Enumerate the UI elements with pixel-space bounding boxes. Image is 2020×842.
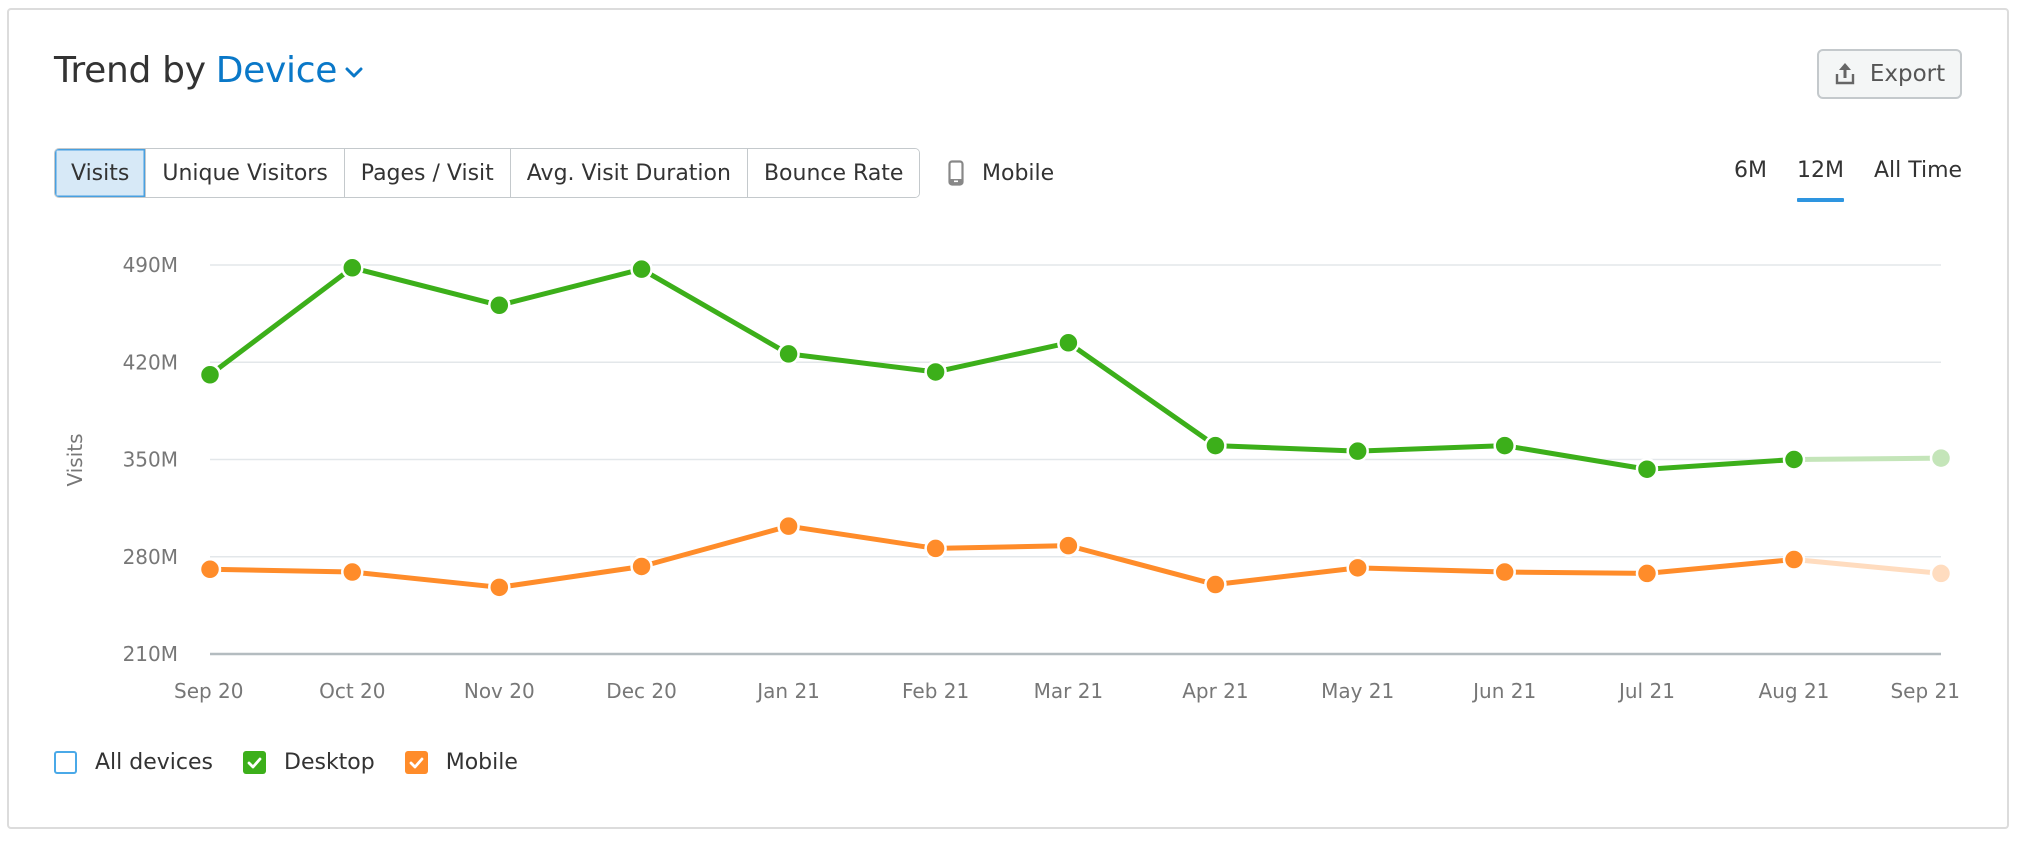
x-tick-label: Jun 21 — [1471, 679, 1536, 703]
legend-label-mobile: Mobile — [445, 750, 518, 775]
mobile-point-apr-21[interactable] — [1204, 573, 1227, 596]
mobile-point-may-21[interactable] — [1346, 556, 1369, 580]
mobile-point-oct-20[interactable] — [341, 560, 364, 584]
x-tick-label: May 21 — [1321, 679, 1394, 703]
y-axis-label: Visits — [63, 433, 87, 486]
x-axis-ticks: Sep 20 Oct 20 Nov 20 Dec 20 Jan 21 Feb 21 Mar … — [174, 679, 1960, 703]
desktop-line — [207, 265, 1797, 472]
checkmark-icon — [409, 757, 424, 768]
mobile-point-sep-21[interactable] — [1929, 562, 1953, 585]
x-tick-label: Mar 21 — [1034, 679, 1104, 703]
mobile-partial-segment — [1791, 557, 1944, 576]
checkbox-mobile[interactable] — [404, 751, 428, 774]
mobile-point-sep-20[interactable] — [198, 558, 222, 581]
x-tick-label: Sep 20 — [174, 679, 244, 703]
desktop-point-apr-21[interactable] — [1204, 434, 1227, 457]
desktop-point-jan-21[interactable] — [777, 342, 800, 366]
mobile-point-jun-21[interactable] — [1493, 560, 1516, 584]
checkmark-icon — [247, 757, 262, 768]
desktop-point-aug-21[interactable] — [1782, 448, 1806, 471]
x-tick-label: Jul 21 — [1617, 679, 1675, 703]
chart-legend: All devices Desktop Mobile — [54, 750, 518, 775]
desktop-point-mar-21[interactable] — [1057, 331, 1080, 355]
y-tick-label: 420M — [123, 350, 178, 374]
x-tick-label: Sep 21 — [1890, 679, 1960, 703]
desktop-point-feb-21[interactable] — [924, 360, 947, 384]
mobile-point-jan-21[interactable] — [777, 514, 800, 538]
desktop-point-jun-21[interactable] — [1493, 434, 1516, 457]
mobile-point-nov-20[interactable] — [488, 576, 511, 599]
legend-label-desktop: Desktop — [284, 750, 375, 775]
desktop-point-nov-20[interactable] — [488, 294, 511, 317]
mobile-point-feb-21[interactable] — [924, 537, 947, 560]
desktop-point-may-21[interactable] — [1346, 439, 1369, 463]
trend-line-chart: 210M 280M 350M 420M 490M Visits Sep 20 Oct 20… — [63, 253, 1960, 703]
mobile-point-jul-21[interactable] — [1635, 562, 1659, 585]
y-tick-label: 210M — [123, 642, 178, 666]
desktop-partial-segment — [1791, 455, 1944, 462]
desktop-point-dec-20[interactable] — [630, 257, 653, 281]
legend-mobile[interactable]: Mobile — [404, 750, 518, 775]
legend-desktop[interactable]: Desktop — [243, 750, 375, 775]
y-tick-label: 490M — [123, 253, 178, 277]
desktop-point-oct-20[interactable] — [341, 256, 364, 280]
mobile-point-mar-21[interactable] — [1057, 534, 1080, 557]
desktop-point-sep-21[interactable] — [1929, 446, 1953, 470]
mobile-point-aug-21[interactable] — [1782, 548, 1806, 571]
y-tick-label: 280M — [123, 545, 178, 569]
x-tick-label: Nov 20 — [464, 679, 535, 703]
y-tick-label: 350M — [123, 448, 178, 472]
desktop-point-sep-20[interactable] — [198, 363, 222, 387]
checkbox-all-devices[interactable] — [54, 751, 77, 774]
legend-label-all-devices: All devices — [95, 750, 213, 775]
mobile-point-dec-20[interactable] — [630, 555, 653, 578]
y-axis-ticks: 210M 280M 350M 420M 490M — [123, 253, 178, 666]
x-tick-label: Feb 21 — [902, 679, 969, 703]
grid-lines — [210, 264, 1941, 656]
x-tick-label: Aug 21 — [1759, 679, 1830, 703]
series-desktop — [198, 256, 1953, 481]
desktop-point-jul-21[interactable] — [1635, 457, 1659, 481]
legend-all-devices[interactable]: All devices — [54, 750, 213, 775]
x-tick-label: Jan 21 — [755, 679, 820, 703]
x-tick-label: Oct 20 — [319, 679, 385, 703]
series-lines — [198, 256, 1953, 599]
x-tick-label: Dec 20 — [606, 679, 677, 703]
checkbox-desktop[interactable] — [243, 751, 266, 774]
x-tick-label: Apr 21 — [1182, 679, 1248, 703]
